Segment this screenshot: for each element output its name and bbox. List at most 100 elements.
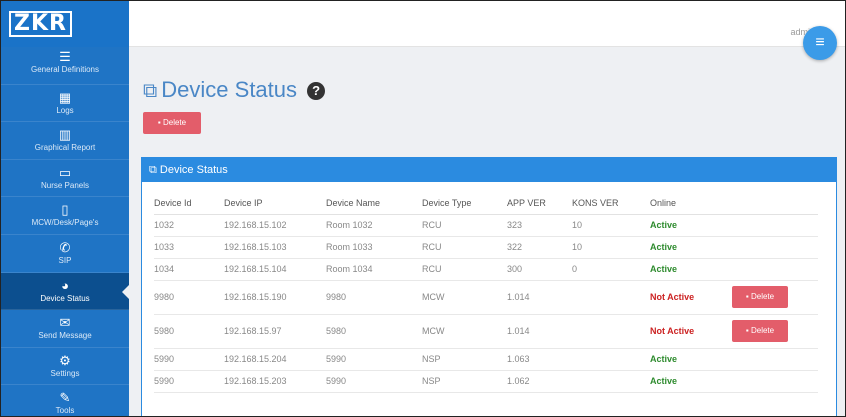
- trash-icon: ▪: [745, 326, 749, 335]
- sidebar-item-label: Send Message: [38, 331, 92, 341]
- device-status-panel: ⧉ Device Status Device Id Device IP Devi…: [141, 157, 837, 416]
- sidebar-item-label: Tools: [55, 406, 75, 416]
- row-actions: [732, 214, 818, 237]
- table-row: 1032 192.168.15.102 Room 1032 RCU 323 10…: [154, 214, 818, 237]
- menu-button[interactable]: ≡: [803, 26, 837, 60]
- kons-version: [572, 370, 650, 393]
- online-status: Active: [650, 236, 732, 259]
- table-row: 1034 192.168.15.104 Room 1034 RCU 300 0 …: [154, 258, 818, 281]
- column-header: KONS VER: [572, 192, 650, 215]
- table-icon: ▦: [58, 89, 72, 105]
- device-id: 5990: [154, 348, 224, 371]
- column-header: Device Name: [326, 192, 422, 215]
- online-status: Active: [650, 258, 732, 281]
- table-row: 1033 192.168.15.103 Room 1033 RCU 322 10…: [154, 236, 818, 259]
- row-actions: [732, 258, 818, 281]
- device-type: MCW: [422, 280, 507, 315]
- device-type: MCW: [422, 314, 507, 349]
- device-name: 5990: [326, 370, 422, 393]
- column-header: Device IP: [224, 192, 326, 215]
- device-name: Room 1034: [326, 258, 422, 281]
- sidebar-item-label: MCW/Desk/Page's: [31, 218, 99, 228]
- kons-version: 10: [572, 236, 650, 259]
- app-version: 1.014: [507, 280, 572, 315]
- online-status: Not Active: [650, 314, 732, 349]
- kons-version: [572, 314, 650, 349]
- sidebar-item-label: Nurse Panels: [40, 180, 90, 190]
- online-status: Active: [650, 348, 732, 371]
- device-icon: ▯: [61, 202, 69, 218]
- sidebar-item-general-definitions[interactable]: ☰ General Definitions: [1, 47, 129, 85]
- sidebar-item-nurse-panels[interactable]: ▭ Nurse Panels: [1, 160, 129, 198]
- app-window: ZKR admin ≡ ☰ General Definitions ▦ Logs…: [0, 0, 846, 417]
- row-delete-button[interactable]: ▪ Delete: [732, 286, 788, 308]
- bar-chart-icon: ▥: [58, 127, 72, 143]
- kons-version: 10: [572, 214, 650, 237]
- table-row: 5990 192.168.15.203 5990 NSP 1.062 Activ…: [154, 370, 818, 393]
- hamburger-icon: ≡: [815, 34, 825, 51]
- table-header-row: Device Id Device IP Device Name Device T…: [154, 192, 818, 215]
- device-id: 5980: [154, 314, 224, 349]
- sidebar-item-graphical-report[interactable]: ▥ Graphical Report: [1, 122, 129, 160]
- device-name: 9980: [326, 280, 422, 315]
- device-ip: 192.168.15.203: [224, 370, 326, 393]
- device-name: 5990: [326, 348, 422, 371]
- device-id: 9980: [154, 280, 224, 315]
- help-icon[interactable]: ?: [307, 82, 326, 100]
- device-type: RCU: [422, 236, 507, 259]
- device-type: NSP: [422, 348, 507, 371]
- sidebar: ☰ General Definitions ▦ Logs ▥ Graphical…: [1, 47, 129, 416]
- table-row: 9980 192.168.15.190 9980 MCW 1.014 Not A…: [154, 280, 818, 315]
- sidebar-item-sip[interactable]: ✆ SIP: [1, 235, 129, 273]
- dashboard-icon: ◕: [61, 277, 69, 293]
- external-link-icon: ⧉: [149, 164, 157, 176]
- monitor-icon: ▭: [58, 164, 72, 180]
- app-logo: ZKR: [9, 11, 72, 37]
- logo-area[interactable]: ZKR: [1, 1, 129, 47]
- list-icon: ☰: [59, 49, 71, 64]
- app-version: 1.063: [507, 348, 572, 371]
- app-version: 300: [507, 258, 572, 281]
- sidebar-item-send-message[interactable]: ✉ Send Message: [1, 310, 129, 348]
- device-type: RCU: [422, 214, 507, 237]
- wrench-icon: ✎: [59, 390, 71, 406]
- app-version: 323: [507, 214, 572, 237]
- row-delete-button[interactable]: ▪ Delete: [732, 320, 788, 342]
- row-actions: [732, 370, 818, 393]
- device-name: Room 1032: [326, 214, 422, 237]
- envelope-icon: ✉: [59, 315, 71, 331]
- sidebar-item-tools[interactable]: ✎ Tools: [1, 385, 129, 416]
- page-title-text: Device Status: [161, 77, 298, 102]
- online-status: Active: [650, 370, 732, 393]
- main-content: ⧉ Device Status ? ▪ Delete ⧉ Device Statu…: [129, 47, 845, 416]
- column-header: Online: [650, 192, 732, 215]
- top-header: ZKR admin: [1, 1, 845, 47]
- device-type: NSP: [422, 370, 507, 393]
- sidebar-item-label: Settings: [50, 368, 80, 378]
- kons-version: 0: [572, 258, 650, 281]
- sidebar-item-device-status[interactable]: ◕ Device Status: [1, 272, 129, 311]
- gears-icon: ⚙: [59, 352, 71, 368]
- online-status: Active: [650, 214, 732, 237]
- device-ip: 192.168.15.104: [224, 258, 326, 281]
- trash-icon: ▪: [157, 118, 161, 127]
- sidebar-item-logs[interactable]: ▦ Logs: [1, 85, 129, 123]
- device-ip: 192.168.15.103: [224, 236, 326, 259]
- device-ip: 192.168.15.204: [224, 348, 326, 371]
- device-name: 5980: [326, 314, 422, 349]
- sidebar-item-settings[interactable]: ⚙ Settings: [1, 348, 129, 386]
- column-header: Device Id: [154, 192, 224, 215]
- row-actions: ▪ Delete: [732, 280, 818, 315]
- device-ip: 192.168.15.97: [224, 314, 326, 349]
- device-ip: 192.168.15.190: [224, 280, 326, 315]
- table-row: 5980 192.168.15.97 5980 MCW 1.014 Not Ac…: [154, 314, 818, 349]
- sidebar-item-label: Graphical Report: [34, 143, 96, 153]
- column-header-actions: [732, 192, 818, 215]
- device-table: Device Id Device IP Device Name Device T…: [154, 192, 818, 393]
- device-name: Room 1033: [326, 236, 422, 259]
- device-id: 5990: [154, 370, 224, 393]
- delete-button[interactable]: ▪ Delete: [143, 112, 201, 134]
- trash-icon: ▪: [745, 292, 749, 301]
- app-version: 322: [507, 236, 572, 259]
- sidebar-item-mcw-desk-pages[interactable]: ▯ MCW/Desk/Page's: [1, 197, 129, 235]
